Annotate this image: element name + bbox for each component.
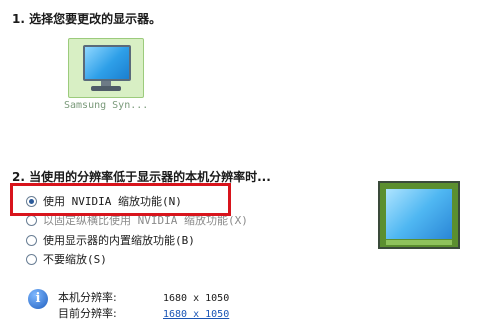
preview-screen [386,189,452,239]
preview-taskbar [386,240,452,245]
native-resolution-label: 本机分辨率: [58,291,117,304]
monitor-select-tile[interactable] [68,38,144,98]
display-preview [378,181,460,249]
native-resolution-value: 1680 x 1050 [163,293,230,304]
monitor-stand-base [91,86,121,91]
current-resolution-label: 目前分辨率: [58,307,117,320]
red-highlight-annotation [10,183,231,216]
radio-icon[interactable] [26,214,37,226]
step1-heading: 1. 选择您要更改的显示器。 [12,12,162,26]
monitor-label[interactable]: Samsung Syn... [64,100,154,111]
monitor-icon [83,45,131,81]
radio-icon[interactable] [26,253,37,265]
current-resolution-row: 目前分辨率: 1680 x 1050 [58,305,229,321]
option-label: 不要缩放(S) [43,253,107,266]
option-label: 使用显示器的内置缩放功能(B) [43,234,195,247]
native-resolution-row: 本机分辨率: 1680 x 1050 [58,289,229,305]
current-resolution-link[interactable]: 1680 x 1050 [163,309,229,320]
option-no-scaling[interactable]: 不要缩放(S) [26,251,107,267]
info-icon: i [28,289,48,309]
radio-icon[interactable] [26,234,37,246]
option-display-scaling[interactable]: 使用显示器的内置缩放功能(B) [26,232,195,248]
